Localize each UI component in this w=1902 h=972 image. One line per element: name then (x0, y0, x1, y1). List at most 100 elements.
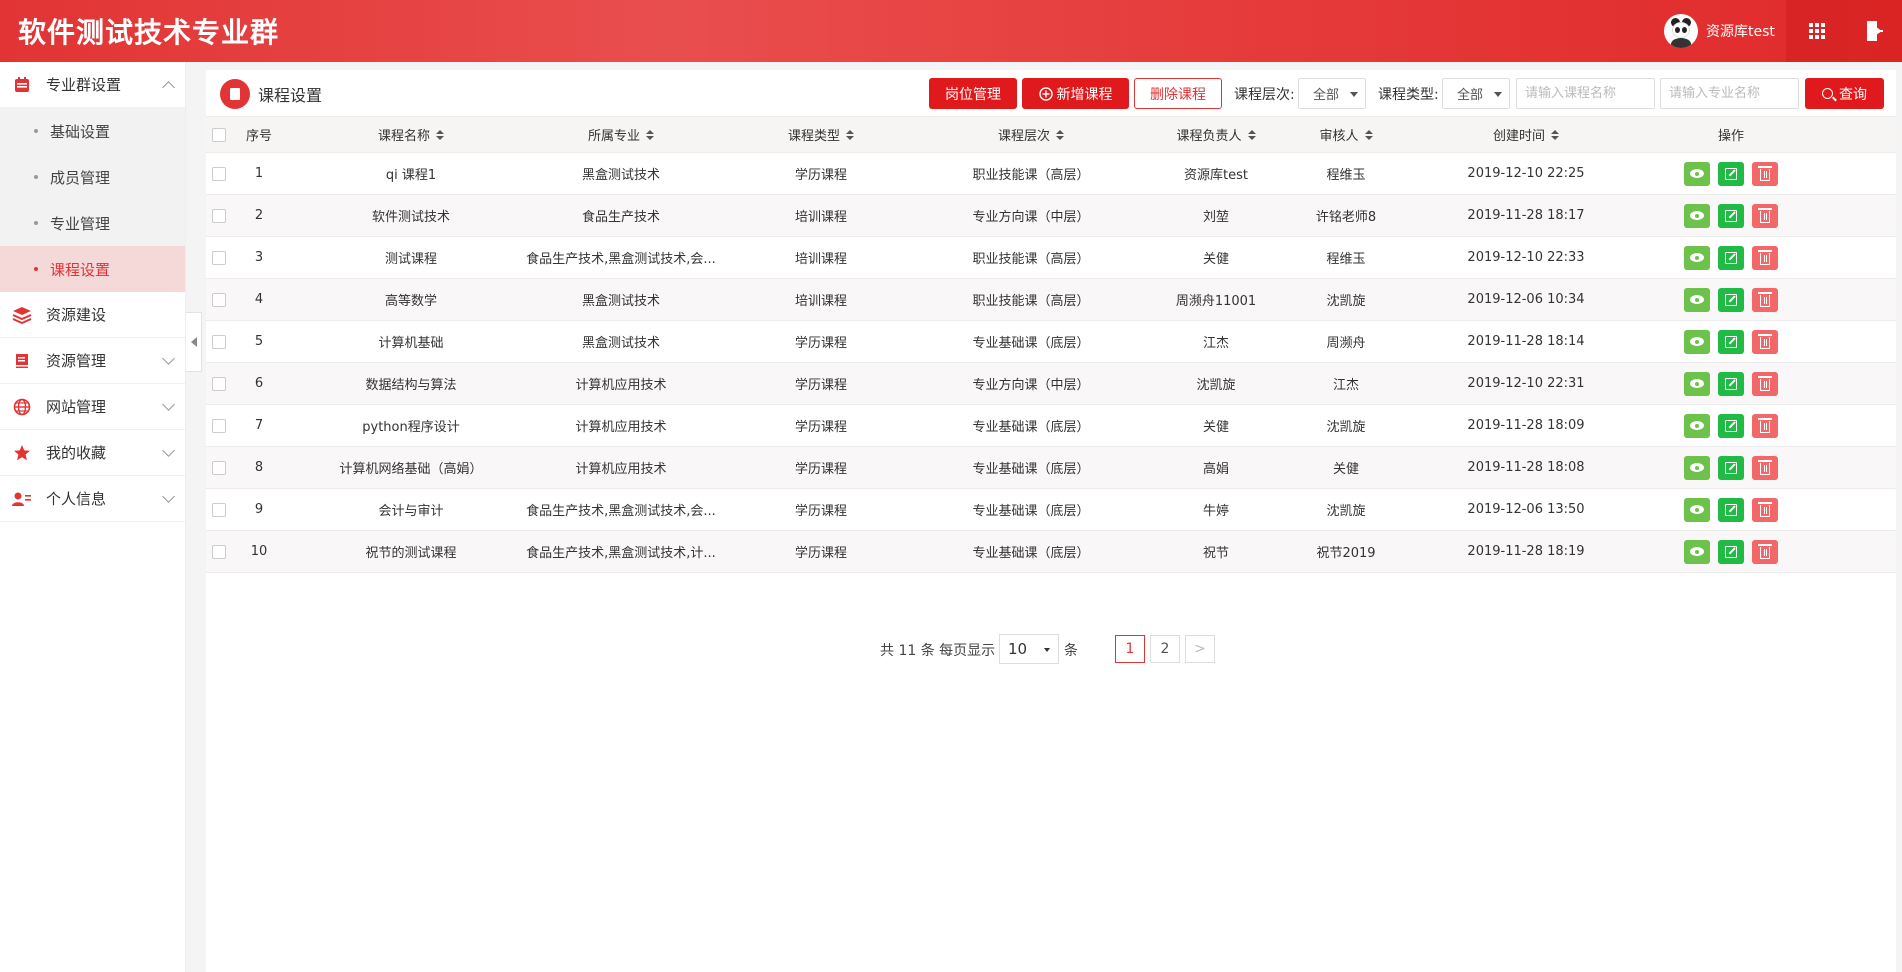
view-button[interactable] (1684, 329, 1710, 354)
delete-button[interactable] (1752, 371, 1778, 396)
view-button[interactable] (1684, 371, 1710, 396)
view-button[interactable] (1684, 413, 1710, 438)
sidebar-group-resource-mgmt[interactable]: 资源管理 (0, 338, 185, 384)
edit-button[interactable] (1718, 413, 1744, 438)
view-button[interactable] (1684, 245, 1710, 270)
sidebar-group-site-mgmt[interactable]: 网站管理 (0, 384, 185, 430)
sidebar-group-label: 资源建设 (46, 306, 107, 324)
page-button-2[interactable]: 2 (1150, 635, 1180, 663)
level-filter-select[interactable]: 全部 (1298, 78, 1366, 109)
course-name-input[interactable] (1516, 78, 1655, 109)
edit-button[interactable] (1718, 203, 1744, 228)
search-button[interactable]: 查询 (1805, 78, 1884, 109)
col-header-created-at[interactable]: 创建时间 (1406, 117, 1646, 152)
edit-button[interactable] (1718, 539, 1744, 564)
cell-course-name: 会计与审计 (378, 504, 444, 519)
table-row[interactable]: 7 python程序设计 计算机应用技术 学历课程 专业基础课（底层） 关健 沈凯旋 2019… (206, 405, 1896, 447)
page-size-select[interactable]: 10 (999, 634, 1059, 664)
type-filter-select[interactable]: 全部 (1442, 78, 1510, 109)
cell-course-type: 培训课程 (794, 294, 847, 309)
trash-icon (1758, 544, 1772, 559)
chevron-up-icon (162, 81, 175, 94)
row-checkbox[interactable] (212, 405, 226, 446)
add-course-button[interactable]: 新增课程 (1022, 78, 1129, 109)
delete-button[interactable] (1752, 161, 1778, 186)
col-header-course-level[interactable]: 课程层次 (946, 117, 1116, 152)
delete-button[interactable] (1752, 329, 1778, 354)
view-button[interactable] (1684, 539, 1710, 564)
delete-button[interactable] (1752, 203, 1778, 228)
delete-button[interactable] (1752, 455, 1778, 480)
plus-circle-icon (1038, 86, 1053, 101)
sidebar-group-resource-build[interactable]: 资源建设 (0, 292, 185, 338)
delete-button[interactable] (1752, 539, 1778, 564)
select-all-checkbox[interactable] (212, 117, 226, 152)
view-button[interactable] (1684, 497, 1710, 522)
view-button[interactable] (1684, 287, 1710, 312)
cell-major: 黑盒测试技术 (581, 336, 660, 351)
col-header-reviewer[interactable]: 审核人 (1296, 117, 1396, 152)
delete-course-button[interactable]: 删除课程 (1134, 78, 1222, 109)
logout-button[interactable] (1848, 0, 1902, 62)
view-button[interactable] (1684, 203, 1710, 228)
next-page-button[interactable]: > (1185, 635, 1215, 663)
table-row[interactable]: 4 高等数学 黑盒测试技术 培训课程 职业技能课（高层） 周濒舟11001 沈凯旋 2019-… (206, 279, 1896, 321)
table-row[interactable]: 10 祝节的测试课程 食品生产技术,黑盒测试技术,计... 学历课程 专业基础课（底层）… (206, 531, 1896, 573)
edit-button[interactable] (1718, 371, 1744, 396)
table-row[interactable]: 5 计算机基础 黑盒测试技术 学历课程 专业基础课（底层） 江杰 周濒舟 2019-11-28… (206, 321, 1896, 363)
col-header-major[interactable]: 所属专业 (516, 117, 726, 152)
col-header-course-name[interactable]: 课程名称 (306, 117, 516, 152)
row-checkbox[interactable] (212, 363, 226, 404)
edit-button[interactable] (1718, 455, 1744, 480)
user-card-icon (12, 489, 32, 509)
delete-button[interactable] (1752, 287, 1778, 312)
edit-button[interactable] (1718, 497, 1744, 522)
sidebar-collapse-toggle[interactable] (186, 312, 202, 372)
apps-grid-button[interactable] (1786, 0, 1848, 62)
view-button[interactable] (1684, 455, 1710, 480)
eye-icon (1690, 463, 1704, 472)
edit-button[interactable] (1718, 245, 1744, 270)
search-icon (1822, 88, 1833, 99)
edit-button[interactable] (1718, 287, 1744, 312)
table-row[interactable]: 2 软件测试技术 食品生产技术 培训课程 专业方向课（中层） 刘堃 许铭老师8 2019-11… (206, 195, 1896, 237)
avatar[interactable] (1664, 14, 1698, 48)
col-header-course-type[interactable]: 课程类型 (746, 117, 896, 152)
table-row[interactable]: 6 数据结构与算法 计算机应用技术 学历课程 专业方向课（中层） 沈凯旋 江杰 2019-12… (206, 363, 1896, 405)
post-mgmt-button[interactable]: 岗位管理 (929, 78, 1017, 109)
row-checkbox[interactable] (212, 153, 226, 194)
row-checkbox[interactable] (212, 489, 226, 530)
table-row[interactable]: 3 测试课程 食品生产技术,黑盒测试技术,会... 培训课程 职业技能课（高层） 关健 程维… (206, 237, 1896, 279)
user-profile[interactable]: 资源库test (1664, 14, 1775, 48)
table-row[interactable]: 8 计算机网络基础（高娟） 计算机应用技术 学历课程 专业基础课（底层） 高娟 关健 2019… (206, 447, 1896, 489)
edit-button[interactable] (1718, 329, 1744, 354)
view-button[interactable] (1684, 161, 1710, 186)
row-checkbox[interactable] (212, 531, 226, 572)
row-checkbox[interactable] (212, 447, 226, 488)
sidebar-item-member-mgmt[interactable]: 成员管理 (0, 154, 185, 200)
sidebar-item-course-settings[interactable]: 课程设置 (0, 246, 185, 292)
sidebar-item-major-mgmt[interactable]: 专业管理 (0, 200, 185, 246)
row-checkbox[interactable] (212, 237, 226, 278)
delete-button[interactable] (1752, 497, 1778, 522)
major-name-input[interactable] (1660, 78, 1799, 109)
sidebar-group-major-settings[interactable]: 专业群设置 (0, 62, 185, 108)
delete-button[interactable] (1752, 413, 1778, 438)
delete-button[interactable] (1752, 245, 1778, 270)
table-row[interactable]: 9 会计与审计 食品生产技术,黑盒测试技术,会... 学历课程 专业基础课（底层） 牛婷 沈… (206, 489, 1896, 531)
sidebar-group-profile[interactable]: 个人信息 (0, 476, 185, 522)
row-actions (1666, 153, 1796, 194)
row-checkbox[interactable] (212, 321, 226, 362)
cell-course-name: 计算机网络基础（高娟） (339, 462, 483, 477)
toolbar: 课程设置 岗位管理 新增课程 删除课程 课程层次: 全部 课程类型: 全部 查询 (206, 70, 1896, 116)
sidebar-item-basic-settings[interactable]: 基础设置 (0, 108, 185, 154)
edit-icon (1725, 293, 1737, 306)
table-row[interactable]: 1 qi 课程1 黑盒测试技术 学历课程 职业技能课（高层） 资源库test 程维玉 2019… (206, 153, 1896, 195)
sidebar-group-favorites[interactable]: 我的收藏 (0, 430, 185, 476)
edit-button[interactable] (1718, 161, 1744, 186)
row-checkbox[interactable] (212, 195, 226, 236)
page-button-1[interactable]: 1 (1115, 635, 1145, 663)
col-header-owner[interactable]: 课程负责人 (1136, 117, 1296, 152)
row-checkbox[interactable] (212, 279, 226, 320)
user-name[interactable]: 资源库test (1706, 21, 1775, 41)
